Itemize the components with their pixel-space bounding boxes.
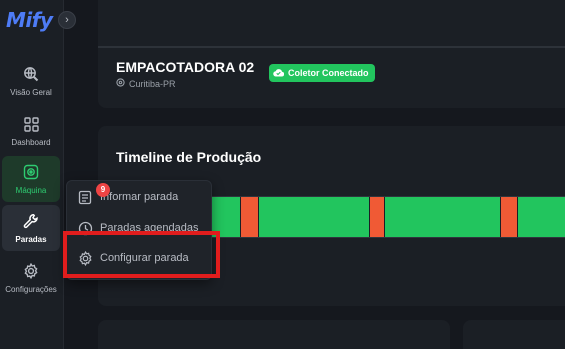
wrench-icon	[22, 212, 40, 230]
menu-item-paradas-agendadas[interactable]: Paradas agendadas	[77, 218, 211, 238]
sidebar-item-dashboard[interactable]: Dashboard	[0, 108, 62, 154]
gear-icon	[77, 250, 93, 266]
sidebar-item-maquina[interactable]: Máquina	[2, 156, 60, 202]
location-label: Curitiba-PR	[129, 78, 176, 89]
bottom-card-right	[463, 320, 565, 349]
grid-icon	[22, 115, 40, 133]
report-icon: 9	[77, 183, 110, 205]
sidebar: Mify Visão Geral Dashboard Máquina Parad…	[0, 0, 64, 349]
menu-item-label: Paradas agendadas	[100, 222, 199, 234]
notification-badge: 9	[96, 183, 110, 197]
machine-card: EMPACOTADORA 02 Coletor Conectado Curiti…	[98, 48, 565, 108]
sidebar-item-label: Máquina	[15, 186, 47, 195]
app-logo: Mify	[6, 8, 53, 32]
cloud-check-icon	[273, 68, 285, 79]
top-header	[98, 0, 565, 48]
sidebar-item-label: Dashboard	[11, 138, 51, 147]
timeline-stop-segment[interactable]	[368, 197, 386, 237]
sidebar-item-configuracoes[interactable]: Configurações	[0, 255, 62, 301]
sidebar-collapse-button[interactable]: ›	[58, 11, 76, 29]
sidebar-item-label: Paradas	[15, 235, 47, 244]
status-label: Coletor Conectado	[288, 68, 369, 78]
menu-item-informar-parada[interactable]: 9 Informar parada	[77, 183, 211, 207]
gear-icon	[22, 262, 40, 280]
timeline-stop-segment[interactable]	[499, 197, 519, 237]
sidebar-item-label: Visão Geral	[10, 88, 52, 97]
menu-item-label: Informar parada	[100, 191, 179, 203]
status-badge: Coletor Conectado	[269, 64, 375, 82]
sidebar-item-paradas[interactable]: Paradas	[2, 205, 60, 251]
paradas-menu: 9 Informar parada Paradas agendadas Conf…	[66, 180, 212, 280]
menu-item-configurar-parada[interactable]: Configurar parada	[77, 248, 211, 268]
sidebar-item-visao-geral[interactable]: Visão Geral	[0, 58, 62, 104]
timeline-stop-segment[interactable]	[240, 197, 260, 237]
bottom-card-left	[98, 320, 450, 349]
menu-item-label: Configurar parada	[100, 252, 189, 264]
globe-search-icon	[22, 65, 40, 83]
clock-icon	[77, 220, 93, 236]
machine-location: Curitiba-PR	[116, 78, 176, 89]
timeline-title: Timeline de Produção	[116, 149, 262, 165]
location-pin-icon	[116, 78, 125, 89]
machine-icon	[22, 163, 40, 181]
machine-name: EMPACOTADORA 02	[116, 59, 255, 75]
sidebar-item-label: Configurações	[5, 285, 57, 294]
